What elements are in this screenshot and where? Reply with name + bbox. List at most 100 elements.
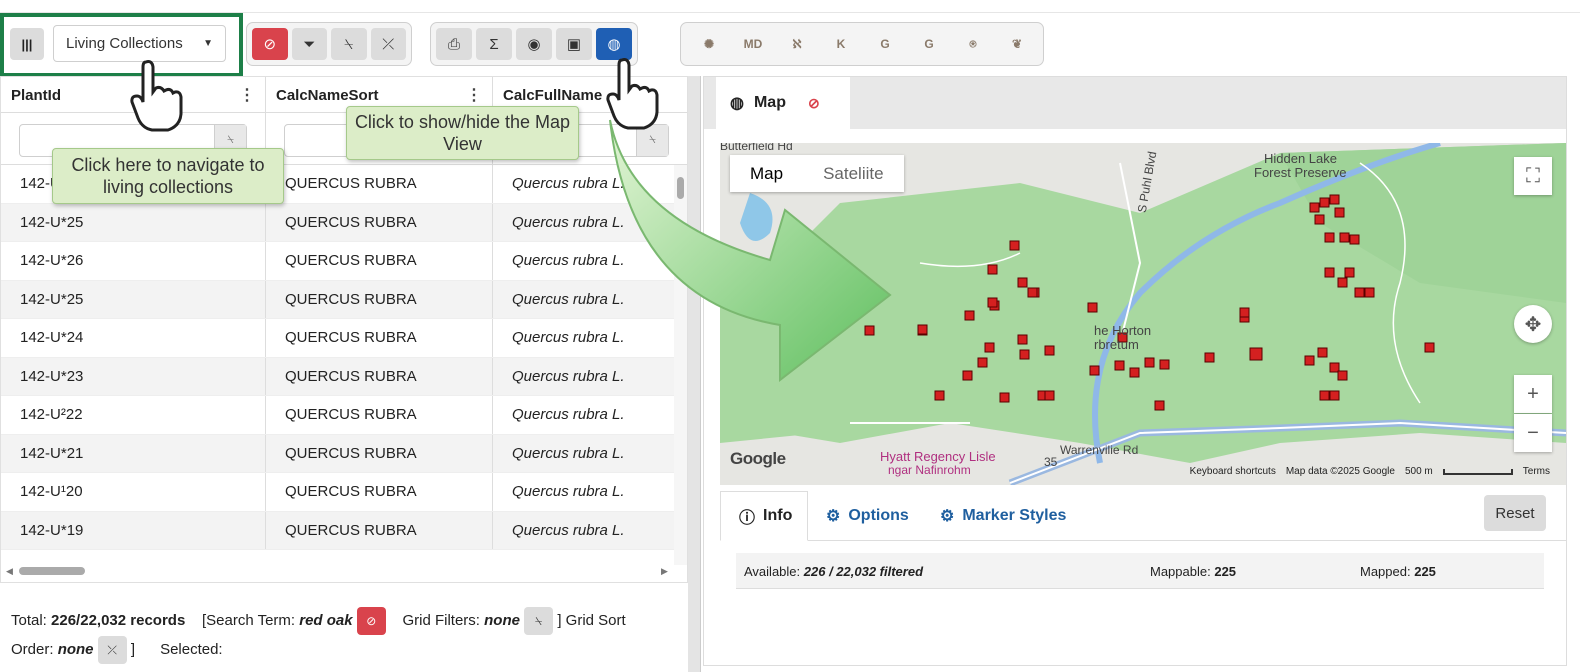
collection-select[interactable]: Living Collections ▼ xyxy=(53,25,226,62)
app-button-6[interactable]: ⍟ xyxy=(955,28,991,60)
table-row[interactable]: 142-U*25 QUERCUS RUBRA Quercus rubra L. xyxy=(1,203,676,242)
map-attribution: Keyboard shortcuts Map data ©2025 Google… xyxy=(1190,466,1550,477)
visibility-button[interactable]: ◉ xyxy=(516,28,552,60)
scroll-left-icon[interactable]: ◀ xyxy=(6,566,13,577)
app-button-5[interactable]: G xyxy=(911,28,947,60)
plantid-cell: 142-U*21 xyxy=(1,434,266,472)
map-type-map[interactable]: Map xyxy=(730,155,803,192)
scrollbar-thumb[interactable] xyxy=(677,177,684,199)
selected-label: Selected: xyxy=(160,641,223,659)
map-data-label: Map data ©2025 Google xyxy=(1285,466,1395,477)
map-panel: ◍ Map ⊘ Map Sateliite ⛶ ✥ + − Butterfiel… xyxy=(703,76,1567,666)
google-logo: Google xyxy=(730,449,786,468)
fullscreen-icon: ⛶ xyxy=(1526,164,1540,187)
tab-marker-styles[interactable]: ⚙ Marker Styles xyxy=(940,491,1066,541)
gear-icon: ⚙ xyxy=(826,508,841,525)
summary-button[interactable]: Σ xyxy=(476,28,512,60)
table-row[interactable]: 142-U*19 QUERCUS RUBRA Quercus rubra L. xyxy=(1,511,676,550)
table-row[interactable]: 142-U¹20 QUERCUS RUBRA Quercus rubra L. xyxy=(1,473,676,512)
column-menu-icon[interactable]: ⋮ xyxy=(466,85,482,105)
map-label-road: Warrenvilie Rd xyxy=(1060,443,1139,457)
terms-link[interactable]: Terms xyxy=(1523,466,1550,477)
app-button-7[interactable]: ❦ xyxy=(999,28,1035,60)
map-canvas[interactable]: Map Sateliite ⛶ ✥ + − Butterfield Hd Hid… xyxy=(720,143,1566,485)
panel-splitter[interactable] xyxy=(688,76,701,672)
filter-button[interactable]: ⏷ xyxy=(291,28,327,60)
clear-search-mini-button[interactable]: ⊘ xyxy=(356,607,386,636)
vertical-scrollbar[interactable] xyxy=(674,165,687,565)
calcnamesort-cell: QUERCUS RUBRA xyxy=(266,280,493,318)
zoom-out-button[interactable]: − xyxy=(1514,414,1552,452)
reset-button[interactable]: Reset xyxy=(1484,495,1546,531)
column-header-label: PlantId xyxy=(11,86,62,104)
tab-map-label: Map xyxy=(753,94,786,111)
info-tabs: ⓘ Info ⚙ Options ⚙ Marker Styles Reset xyxy=(720,491,1566,541)
tab-options[interactable]: ⚙ Options xyxy=(826,491,909,541)
plantid-cell: 142-U*26 xyxy=(1,242,266,280)
app-button-2[interactable]: ℵ xyxy=(779,28,815,60)
fullscreen-button[interactable]: ⛶ xyxy=(1514,157,1552,195)
pan-control[interactable]: ✥ xyxy=(1514,305,1552,343)
image-view-button[interactable]: ▣ xyxy=(556,28,592,60)
close-map-icon[interactable]: ⊘ xyxy=(808,95,820,112)
clear-search-button[interactable]: ⊘ xyxy=(252,28,288,60)
calcnamesort-cell: QUERCUS RUBRA xyxy=(266,511,493,549)
calcnamesort-cell: QUERCUS RUBRA xyxy=(266,165,493,203)
filter-button-group: ⊘ ⏷ ⍀ ⤫ xyxy=(246,22,412,66)
calcnamesort-cell: QUERCUS RUBRA xyxy=(266,473,493,511)
table-row[interactable]: 142-U*21 QUERCUS RUBRA Quercus rubra L. xyxy=(1,434,676,473)
app-button-group: ✺ MD ℵ K G G ⍟ ❦ xyxy=(680,22,1044,66)
app-button-0[interactable]: ✺ xyxy=(691,28,727,60)
table-row[interactable]: 142-U²22 QUERCUS RUBRA Quercus rubra L. xyxy=(1,396,676,435)
calcfullname-cell: Quercus rubra L. xyxy=(512,483,625,501)
table-row[interactable]: 142-U*25 QUERCUS RUBRA Quercus rubra L. xyxy=(1,280,676,319)
zoom-in-button[interactable]: + xyxy=(1514,375,1552,413)
available-stat: Available: 226 / 22,032 filtered xyxy=(744,564,923,579)
scroll-right-icon[interactable]: ▶ xyxy=(661,566,668,577)
mappable-value: 225 xyxy=(1214,564,1237,579)
columns-button[interactable]: ||| xyxy=(10,28,44,60)
map-label-arboretum: rbretum xyxy=(1094,337,1139,352)
table-row[interactable]: 142-U*23 QUERCUS RUBRA Quercus rubra L. xyxy=(1,357,676,396)
tab-marker-styles-label: Marker Styles xyxy=(962,507,1067,524)
grid-header: PlantId ⋮ CalcNameSort ⋮ CalcFullName xyxy=(1,77,687,113)
calcfullname-cell: Quercus rubra L. xyxy=(512,521,625,539)
calcfullname-cell: Quercus rubra L. xyxy=(512,406,625,424)
minus-icon: − xyxy=(1527,421,1539,444)
map-tab-bar: ◍ Map ⊘ xyxy=(704,77,1566,129)
map-type-satellite[interactable]: Sateliite xyxy=(803,155,903,192)
app-button-4[interactable]: G xyxy=(867,28,903,60)
clear-sort-mini-button[interactable]: ⤫ xyxy=(97,636,127,665)
map-label-road: Butterfield Hd xyxy=(720,143,793,153)
column-menu-icon[interactable]: ⋮ xyxy=(239,85,255,105)
calcnamesort-cell: QUERCUS RUBRA xyxy=(266,319,493,357)
calcnamesort-cell: QUERCUS RUBRA xyxy=(266,203,493,241)
app-6-icon: ⍟ xyxy=(969,36,977,51)
summary-icon: Σ xyxy=(489,35,499,53)
horizontal-scrollbar[interactable]: ◀ ▶ xyxy=(1,564,676,578)
mapped-value: 225 xyxy=(1414,564,1436,579)
map-label-preserve: Hidden Lake xyxy=(1264,151,1337,166)
scrollbar-thumb[interactable] xyxy=(19,567,85,575)
pan-icon: ✥ xyxy=(1524,313,1542,336)
calcnamesort-cell: QUERCUS RUBRA xyxy=(266,396,493,434)
order-value: none xyxy=(57,641,94,659)
mappable-label: Mappable: xyxy=(1150,564,1211,579)
clear-sort-button[interactable]: ⤫ xyxy=(370,28,406,60)
table-row[interactable]: 142-U*24 QUERCUS RUBRA Quercus rubra L. xyxy=(1,319,676,358)
grid-status-bar: Total: 226/22,032 records [Search Term: … xyxy=(0,596,688,672)
clear-grid-filters-button[interactable]: ⍀ xyxy=(331,28,367,60)
export-button[interactable]: ⎙ xyxy=(436,28,472,60)
plantid-cell: 142-U*19 xyxy=(1,511,266,549)
tab-map[interactable]: ◍ Map ⊘ xyxy=(716,77,850,129)
plantid-cell: 142-U*25 xyxy=(1,280,266,318)
app-button-3[interactable]: K xyxy=(823,28,859,60)
map-view-icon: ◍ xyxy=(607,36,621,53)
app-button-1[interactable]: MD xyxy=(735,28,771,60)
mapped-stat: Mapped: 225 xyxy=(1360,564,1436,579)
tab-info[interactable]: ⓘ Info xyxy=(720,491,808,541)
table-row[interactable]: 142-U*26 QUERCUS RUBRA Quercus rubra L. xyxy=(1,242,676,281)
keyboard-shortcuts-link[interactable]: Keyboard shortcuts xyxy=(1190,466,1276,477)
clear-filters-mini-button[interactable]: ⍀ xyxy=(524,607,554,636)
app-7-icon: ❦ xyxy=(1011,37,1023,51)
